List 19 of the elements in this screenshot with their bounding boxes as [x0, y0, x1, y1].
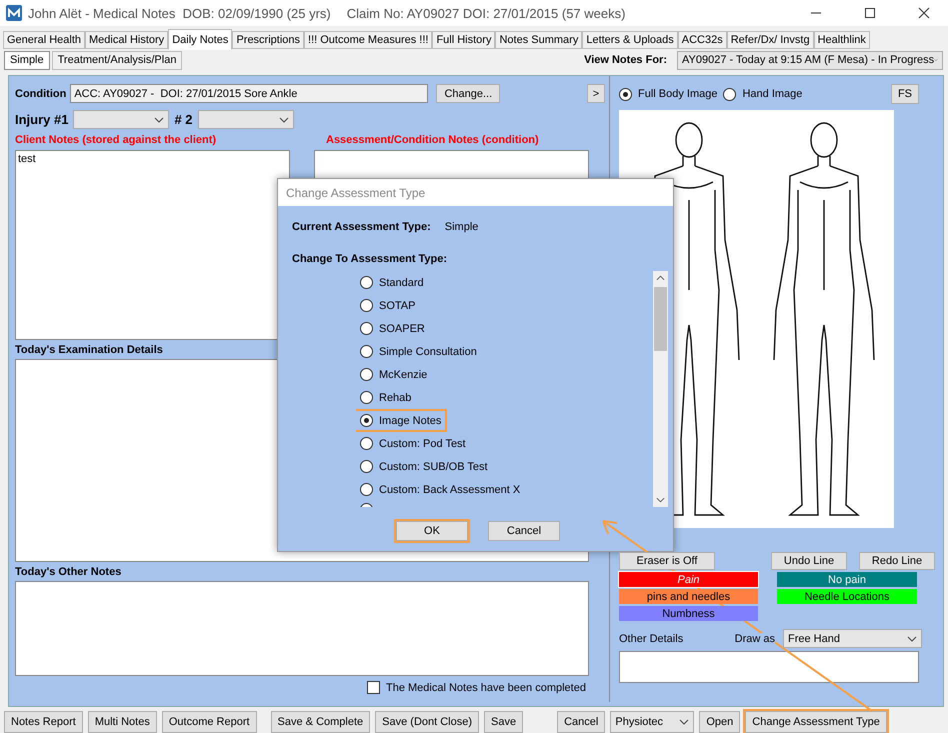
client-notes-label: Client Notes (stored against the client)	[15, 134, 218, 148]
claim-info: Claim No: AY09027 DOI: 27/01/2015 (57 weeks)	[346, 6, 626, 20]
draw-as-label: Draw as	[734, 632, 775, 644]
current-type-value: Simple	[444, 221, 478, 233]
change-type-label: Change To Assessment Type:	[292, 253, 448, 265]
dialog-title: Change Assessment Type	[278, 179, 673, 206]
other-notes-label: Today's Other Notes	[15, 566, 122, 580]
condition-label: Condition	[15, 88, 66, 100]
examination-label: Today's Examination Details	[15, 344, 163, 358]
view-notes-label: View Notes For:	[584, 54, 667, 66]
other-details-label: Other Details	[619, 632, 684, 644]
radio-label: Hand Image	[742, 88, 802, 100]
radio-label: Full Body Image	[638, 88, 718, 100]
injury-label: Injury #1	[15, 112, 68, 127]
window-title: John Alët - Medical Notes DOB: 02/09/1990 (25 yrs)	[28, 6, 331, 20]
assessment-notes-label: Assessment/Condition Notes (condition)	[326, 134, 540, 148]
injury-label: # 2	[174, 112, 193, 127]
completed-label: The Medical Notes have been completed	[386, 682, 586, 694]
current-type-label: Current Assessment Type:	[292, 221, 431, 233]
